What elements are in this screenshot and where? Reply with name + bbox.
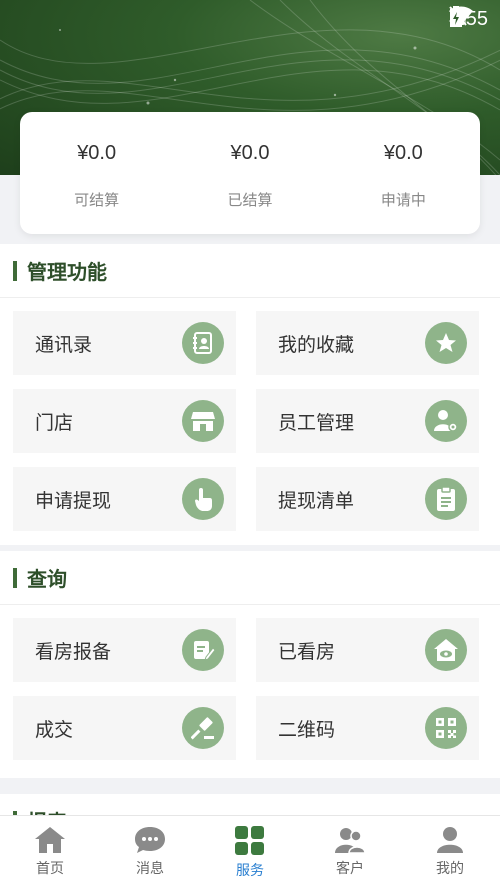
nav-label: 客户	[336, 861, 364, 877]
summary-label: 已结算	[227, 191, 273, 209]
section-header: 管理功能	[0, 244, 500, 298]
section-query: 查询 看房报备 已看房 成交 二维码	[0, 551, 500, 778]
tile-label: 二维码	[278, 718, 336, 741]
nav-messages[interactable]: 消息	[100, 816, 200, 889]
nav-profile[interactable]: 我的	[400, 816, 500, 889]
qr-code-icon	[425, 707, 467, 749]
tile-apply-withdraw[interactable]: 申请提现	[13, 467, 236, 531]
tile-label: 员工管理	[278, 411, 355, 434]
section-accent-bar	[13, 567, 17, 588]
gavel-icon	[182, 707, 224, 749]
tile-label: 看房报备	[35, 640, 112, 663]
contacts-icon	[182, 322, 224, 364]
tile-withdraw-list[interactable]: 提现清单	[256, 467, 479, 531]
tile-label: 成交	[35, 718, 74, 741]
tile-viewed-houses[interactable]: 已看房	[256, 618, 479, 682]
summary-settled[interactable]: ¥0.0 已结算	[173, 112, 326, 234]
customers-icon	[335, 828, 366, 854]
summary-label: 申请中	[380, 191, 426, 209]
nav-home[interactable]: 首页	[0, 816, 100, 889]
section-title: 查询	[27, 567, 67, 591]
tile-label: 通讯录	[35, 333, 93, 356]
tile-viewing-report[interactable]: 看房报备	[13, 618, 236, 682]
nav-label: 服务	[236, 863, 264, 879]
summary-value: ¥0.0	[383, 142, 423, 164]
section-accent-bar	[13, 260, 17, 281]
tile-qr-code[interactable]: 二维码	[256, 696, 479, 760]
tile-label: 申请提现	[35, 489, 112, 512]
summary-value: ¥0.0	[230, 142, 270, 164]
earnings-summary-card: ¥0.0 可结算 ¥0.0 已结算 ¥0.0 申请中	[20, 112, 480, 234]
summary-settleable[interactable]: ¥0.0 可结算	[20, 112, 173, 234]
nav-label: 首页	[36, 861, 64, 877]
tile-label: 提现清单	[278, 489, 355, 512]
tile-label: 已看房	[278, 640, 336, 663]
section-title: 管理功能	[27, 260, 107, 284]
summary-value: ¥0.0	[77, 142, 117, 164]
summary-pending[interactable]: ¥0.0 申请中	[327, 112, 480, 234]
battery-charging-icon	[450, 6, 463, 27]
tile-staff-management[interactable]: 员工管理	[256, 389, 479, 453]
tile-label: 我的收藏	[278, 333, 355, 356]
section-header: 查询	[0, 551, 500, 605]
tile-deals[interactable]: 成交	[13, 696, 236, 760]
tile-contacts[interactable]: 通讯录	[13, 311, 236, 375]
house-eye-icon	[425, 629, 467, 671]
status-bar: 4:55	[449, 6, 488, 32]
star-icon	[425, 322, 467, 364]
nav-label: 我的	[436, 861, 464, 877]
grid-icon	[235, 826, 264, 855]
edit-note-icon	[182, 629, 224, 671]
message-icon	[135, 827, 165, 853]
home-icon	[35, 827, 65, 853]
clipboard-icon	[425, 478, 467, 520]
summary-label: 可结算	[74, 191, 120, 209]
staff-settings-icon	[425, 400, 467, 442]
bottom-navigation: 首页 消息 服务 客户 我的	[0, 815, 500, 889]
profile-icon	[437, 827, 463, 853]
nav-customers[interactable]: 客户	[300, 816, 400, 889]
nav-label: 消息	[136, 861, 164, 877]
section-management: 管理功能 通讯录 我的收藏 门店 员工管理 申请提现 提现清单	[0, 244, 500, 545]
hand-pointer-icon	[182, 478, 224, 520]
tile-label: 门店	[35, 411, 74, 434]
store-icon	[182, 400, 224, 442]
tile-store[interactable]: 门店	[13, 389, 236, 453]
tile-favorites[interactable]: 我的收藏	[256, 311, 479, 375]
nav-services[interactable]: 服务	[200, 816, 300, 889]
